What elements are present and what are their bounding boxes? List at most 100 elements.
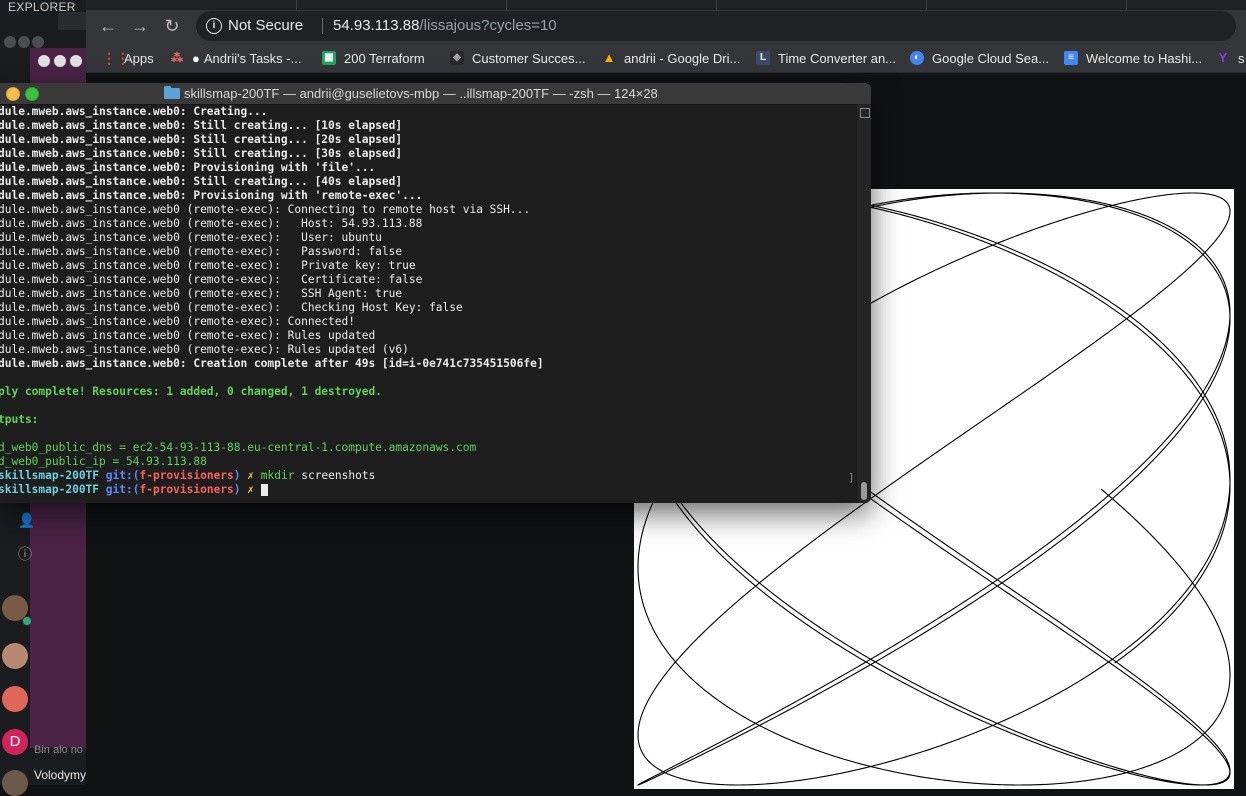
terminal-title-bar[interactable]: skillsmap-200TF — andrii@guselietovs-mbp… (0, 83, 871, 105)
terminal-scrollbar[interactable] (856, 104, 871, 503)
address-bar[interactable]: i Not Secure 54.93.113.88/lissajous?cycl… (196, 11, 1236, 41)
yahoo-icon: Y (1218, 50, 1228, 65)
bookmark-label: Time Converter an... (778, 50, 897, 66)
terminal-title: skillsmap-200TF — andrii@guselietovs-mbp… (184, 86, 658, 101)
google-cloud-icon: ◐ (910, 51, 924, 65)
bookmark-terraform[interactable]: ▦ 200 Terraform (322, 50, 425, 66)
dot-icon: ● (192, 50, 200, 66)
bookmark-customer-success[interactable]: ◈ Customer Succes... (450, 50, 585, 66)
scroll-up-icon[interactable] (860, 108, 870, 118)
prompt-dir: skillsmap-200TF (0, 469, 100, 482)
reload-icon[interactable]: ↻ (160, 14, 184, 38)
git-label-close: ) (233, 483, 241, 496)
people-icon[interactable]: 👤 (18, 512, 35, 529)
terminal-line: dule.mweb.aws_instance.web0 (remote-exec… (0, 231, 382, 244)
prompt-dir: skillsmap-200TF (0, 483, 100, 496)
git-branch: f-provisioners (139, 483, 234, 496)
terminal-line: dule.mweb.aws_instance.web0: Creating... (0, 105, 268, 118)
prompt-line: skillsmap-200TF git:(f-provisioners) ✗ m… (0, 469, 856, 483)
terminal-line: dule.mweb.aws_instance.web0: Provisionin… (0, 161, 376, 174)
terminal-line: dule.mweb.aws_instance.web0: Provisionin… (0, 189, 423, 202)
git-label-close: ) (233, 469, 241, 482)
bookmark-apps[interactable]: ⋮⋮ Apps (102, 50, 154, 66)
terminal-line: dule.mweb.aws_instance.web0 (remote-exec… (0, 259, 416, 272)
minimize-button[interactable] (6, 87, 20, 101)
url-host: 54.93.113.88 (333, 17, 420, 34)
command-arg: screenshots (301, 469, 376, 482)
bookmarks-bar: ⋮⋮ Apps ⁂ ● Andrii's Tasks -... ▦ 200 Terraf… (86, 42, 1246, 73)
terminal-line: d_web0_public_ip = 54.93.113.88 (0, 455, 207, 468)
avatar[interactable] (2, 643, 28, 669)
avatar[interactable]: D (2, 729, 28, 755)
folder-icon (164, 86, 180, 99)
terminal-line: dule.mweb.aws_instance.web0 (remote-exec… (0, 301, 463, 314)
window-dot-icon (54, 55, 66, 67)
terminal-line: dule.mweb.aws_instance.web0 (remote-exec… (0, 245, 403, 258)
info-icon[interactable]: i (206, 18, 222, 34)
window-dot-icon (32, 36, 44, 48)
terminal-line: dule.mweb.aws_instance.web0: Still creat… (0, 175, 403, 188)
bookmark-label: andrii - Google Dri... (624, 50, 741, 66)
bookmark-time-converter[interactable]: L Time Converter an... (756, 50, 896, 66)
security-label[interactable]: Not Secure (228, 17, 303, 34)
git-branch: f-provisioners (139, 469, 234, 482)
terminal-line: dule.mweb.aws_instance.web0 (remote-exec… (0, 315, 355, 328)
terminal-line: dule.mweb.aws_instance.web0 (remote-exec… (0, 287, 403, 300)
terminal-window[interactable]: skillsmap-200TF — andrii@guselietovs-mbp… (0, 83, 871, 503)
avatar[interactable] (2, 686, 28, 712)
terminal-line: dule.mweb.aws_instance.web0: Creation co… (0, 357, 544, 370)
terminal-line: dule.mweb.aws_instance.web0: Still creat… (0, 147, 403, 160)
bookmark-label: Google Cloud Sea... (932, 50, 1050, 66)
bookmark-overflow[interactable]: Ys (1216, 50, 1245, 66)
window-dot-icon (18, 36, 30, 48)
terminal-line: dule.mweb.aws_instance.web0 (remote-exec… (0, 343, 409, 356)
terminal-line: dule.mweb.aws_instance.web0 (remote-exec… (0, 203, 531, 216)
bookmark-label: Welcome to Hashi... (1086, 50, 1203, 66)
bookmark-hashicorp-welcome[interactable]: ≡ Welcome to Hashi... (1064, 50, 1202, 66)
bookmark-asana[interactable]: ⁂ ● Andrii's Tasks -... (170, 50, 301, 66)
window-dot-icon (70, 55, 82, 67)
terminal-output[interactable]: dule.mweb.aws_instance.web0: Creating...… (0, 105, 856, 503)
terminal-line: dule.mweb.aws_instance.web0: Still creat… (0, 133, 403, 146)
dirty-mark-icon: ✗ (247, 483, 255, 496)
browser-toolbar: ← → ↻ i Not Secure 54.93.113.88/lissajou… (86, 10, 1246, 42)
bookmark-google-drive[interactable]: ▲ andrii - Google Dri... (602, 50, 741, 66)
terminal-line: dule.mweb.aws_instance.web0 (remote-exec… (0, 329, 376, 342)
asana-icon: ⁂ (171, 51, 183, 65)
url-path: /lissajous?cycles=10 (419, 17, 557, 34)
user-name[interactable]: Volodymyr (34, 768, 90, 782)
command: mkdir (260, 469, 295, 482)
git-label: git:( (105, 469, 140, 482)
bookmark-label: 200 Terraform (344, 50, 425, 66)
git-label: git:( (105, 483, 140, 496)
background-tab (58, 12, 86, 30)
docs-icon: ≡ (1064, 51, 1078, 65)
bookmark-label: s (1238, 50, 1245, 66)
sheets-icon: ▦ (322, 51, 336, 65)
hashicorp-icon: ◈ (450, 51, 464, 65)
bookmark-google-cloud[interactable]: ◐ Google Cloud Sea... (910, 50, 1049, 66)
url-text[interactable]: 54.93.113.88/lissajous?cycles=10 (333, 17, 557, 34)
forward-icon[interactable]: → (128, 14, 152, 38)
avatar[interactable] (2, 770, 28, 796)
apps-grid-icon: ⋮⋮ (102, 50, 130, 66)
window-dot-icon (38, 55, 50, 67)
prompt-line[interactable]: skillsmap-200TF git:(f-provisioners) ✗ (0, 483, 856, 497)
scroll-thumb[interactable] (861, 482, 867, 500)
info-icon[interactable]: ⓘ (18, 544, 32, 564)
bookmark-label: Andrii's Tasks -... (203, 50, 302, 66)
tab-strip[interactable] (86, 0, 1246, 10)
bookmark-label: Apps (124, 50, 154, 66)
zoom-button[interactable] (25, 87, 39, 101)
terminal-line: dule.mweb.aws_instance.web0: Still creat… (0, 119, 403, 132)
bookmark-label: Customer Succes... (472, 50, 586, 66)
divider (322, 18, 323, 34)
cursor (260, 484, 268, 496)
scroll-marker: ] (848, 471, 855, 484)
terminal-line: ply complete! Resources: 1 added, 0 chan… (0, 385, 382, 398)
back-icon[interactable]: ← (96, 14, 120, 38)
terminal-line: tputs: (0, 413, 39, 426)
status-dot-icon (22, 616, 32, 626)
